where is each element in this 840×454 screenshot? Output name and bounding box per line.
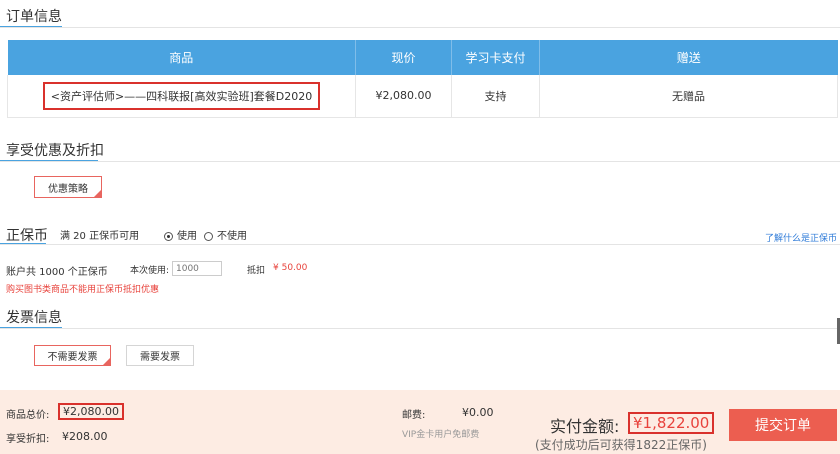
discount-section-title: 享受优惠及折扣	[6, 143, 104, 159]
coin-rule: 满 20 正保币可用	[60, 231, 140, 242]
discount-value: ¥208.00	[62, 430, 108, 443]
vip-note: VIP金卡用户免邮费	[402, 430, 480, 440]
coin-use-label: 使用	[177, 231, 197, 242]
table-row: <资产评估师>——四科联报[高效实验班]套餐D2020 ¥2,080.00 支持…	[7, 75, 838, 118]
coin-balance: 账户共 1000 个正保币	[6, 267, 108, 278]
order-table: 商品 现价 学习卡支付 赠送 <资产评估师>——四科联报[高效实验班]套餐D20…	[7, 40, 838, 118]
coin-warning: 购买图书类商品不能用正保币抵扣优惠	[6, 285, 160, 295]
submit-order-button[interactable]: 提交订单	[729, 409, 837, 441]
promo-strategy-label: 优惠策略	[48, 183, 88, 195]
promo-strategy-button[interactable]: 优惠策略 ✓	[34, 176, 102, 199]
coin-amount-input[interactable]	[172, 261, 222, 276]
invoice-none-option[interactable]: 不需要发票 ✓	[34, 345, 111, 367]
col-header-product: 商品	[7, 40, 356, 75]
invoice-divider	[0, 328, 840, 329]
order-table-header: 商品 现价 学习卡支付 赠送	[7, 40, 838, 75]
cell-card-pay: 支持	[451, 75, 540, 118]
coin-nouse-label: 不使用	[217, 231, 247, 242]
col-header-card-pay: 学习卡支付	[451, 40, 540, 75]
invoice-need-label: 需要发票	[140, 352, 180, 363]
order-divider	[0, 27, 840, 28]
coin-deduct-value: ¥ 50.00	[273, 263, 308, 273]
coin-use-radio[interactable]: 使用	[164, 227, 197, 242]
total-value-box: ¥2,080.00	[58, 403, 124, 420]
coin-divider	[0, 244, 840, 245]
shipping-label: 邮费:	[402, 410, 426, 421]
pay-note: (支付成功后可获得1822正保币)	[535, 438, 707, 452]
cell-gift: 无赠品	[539, 75, 838, 118]
product-name[interactable]: <资产评估师>——四科联报[高效实验班]套餐D2020	[42, 81, 321, 110]
coin-section-title: 正保币	[6, 228, 48, 244]
total-label: 商品总价:	[6, 410, 50, 421]
cell-price: ¥2,080.00	[355, 75, 452, 118]
coin-deduct-label: 抵扣	[247, 266, 266, 276]
col-header-gift: 赠送	[539, 40, 838, 75]
pay-label: 实付金额:	[550, 417, 620, 436]
total-value: ¥2,080.00	[58, 403, 124, 420]
selected-check-icon: ✓	[95, 192, 101, 199]
invoice-need-option[interactable]: 需要发票	[126, 345, 194, 366]
shipping-value: ¥0.00	[462, 406, 494, 419]
invoice-section-title: 发票信息	[6, 310, 62, 326]
discount-label: 享受折扣:	[6, 434, 50, 445]
cell-product: <资产评估师>——四科联报[高效实验班]套餐D2020	[7, 75, 356, 118]
coin-help-link[interactable]: 了解什么是正保币	[765, 231, 837, 244]
coin-this-use-label: 本次使用:	[130, 266, 170, 276]
radio-unchecked-icon	[204, 231, 213, 241]
discount-divider	[0, 161, 840, 162]
invoice-none-label: 不需要发票	[47, 352, 98, 363]
selected-check-icon: ✓	[104, 360, 110, 367]
coin-nouse-radio[interactable]: 不使用	[204, 227, 247, 242]
order-section-title: 订单信息	[6, 9, 62, 25]
pay-value-box: ¥1,822.00	[628, 412, 715, 434]
pay-value: ¥1,822.00	[628, 412, 715, 434]
col-header-price: 现价	[355, 40, 452, 75]
radio-checked-icon	[164, 231, 173, 241]
